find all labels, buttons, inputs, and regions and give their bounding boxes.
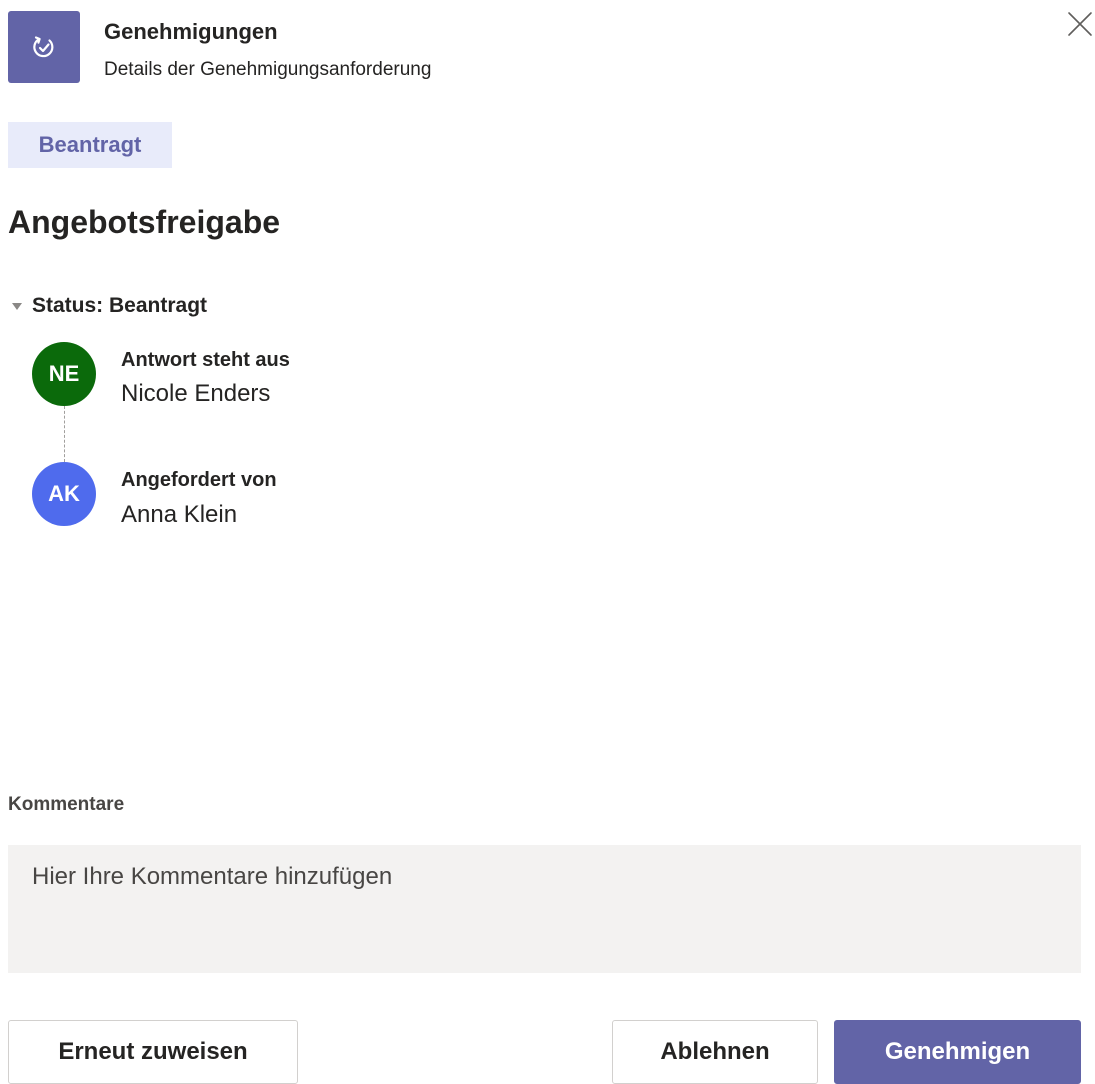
status-toggle[interactable]: Status: Beantragt — [12, 292, 207, 320]
person-role: Angefordert von — [121, 469, 277, 491]
timeline-connector — [64, 406, 65, 462]
reassign-button[interactable]: Erneut zuweisen — [8, 1020, 298, 1084]
person-name: Nicole Enders — [121, 380, 271, 407]
avatar: AK — [32, 462, 96, 526]
approvals-icon — [33, 36, 54, 58]
avatar: NE — [32, 342, 96, 406]
caret-down-icon — [12, 302, 22, 310]
comments-input[interactable] — [8, 845, 1081, 973]
reject-button[interactable]: Ablehnen — [612, 1020, 818, 1084]
approvals-app-icon — [8, 11, 80, 83]
close-button[interactable] — [1064, 8, 1095, 40]
person-role: Antwort steht aus — [121, 349, 290, 371]
comments-label: Kommentare — [8, 794, 125, 815]
app-subtitle: Details der Genehmigungsanforderung — [104, 59, 432, 80]
status-badge: Beantragt — [8, 122, 172, 168]
status-toggle-label: Status: Beantragt — [32, 294, 208, 317]
app-title: Genehmigungen — [104, 19, 278, 44]
close-icon — [1068, 12, 1092, 36]
approve-button[interactable]: Genehmigen — [834, 1020, 1081, 1084]
person-name: Anna Klein — [121, 501, 238, 528]
request-title: Angebotsfreigabe — [8, 204, 281, 240]
